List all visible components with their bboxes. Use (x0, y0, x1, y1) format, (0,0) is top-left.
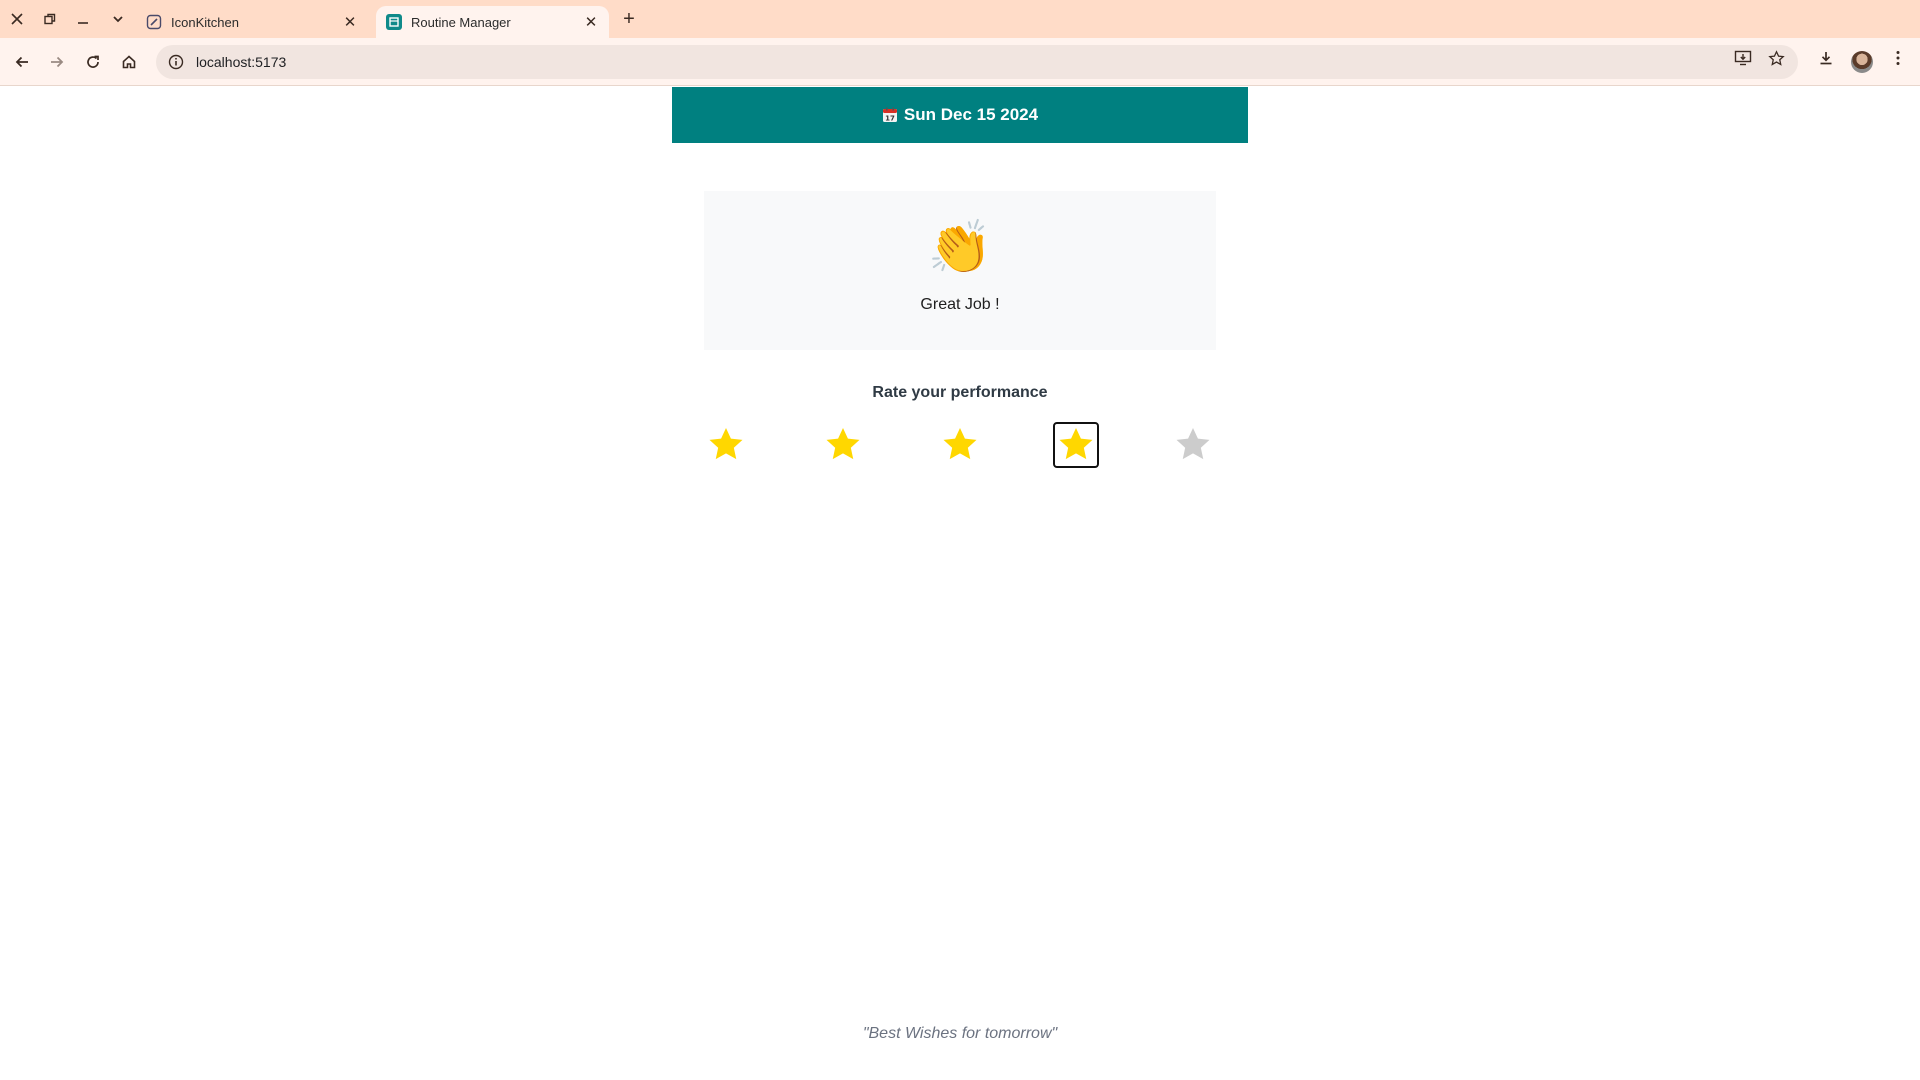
calendar-icon: 17 (882, 107, 898, 123)
browser-toolbar: localhost:5173 (0, 38, 1920, 86)
back-arrow-icon[interactable] (10, 50, 34, 74)
tab-routine-manager[interactable]: Routine Manager ✕ (376, 6, 609, 38)
downloads-icon[interactable] (1814, 46, 1838, 70)
home-icon[interactable] (117, 50, 141, 74)
star-1-icon[interactable] (703, 422, 749, 468)
new-tab-plus-icon[interactable]: + (617, 7, 641, 31)
date-text: Sun Dec 15 2024 (903, 105, 1039, 124)
star-5-icon[interactable] (1170, 422, 1216, 468)
iconkitchen-favicon-icon (146, 14, 162, 30)
tab-close-icon[interactable]: ✕ (342, 13, 358, 31)
tab-title: Routine Manager (411, 14, 511, 30)
routine-manager-favicon-icon (386, 14, 402, 30)
install-app-icon[interactable] (1731, 46, 1755, 70)
tab-close-icon[interactable]: ✕ (583, 13, 599, 31)
tab-strip: IconKitchen ✕ Routine Manager ✕ + (0, 0, 1920, 38)
star-4-icon[interactable] (1053, 422, 1099, 468)
star-2-icon[interactable] (820, 422, 866, 468)
site-info-icon[interactable] (168, 54, 184, 70)
minimize-window-icon[interactable] (71, 7, 95, 31)
bookmark-star-icon[interactable] (1764, 46, 1788, 70)
footer-quote: "Best Wishes for tomorrow" (862, 1025, 1058, 1042)
svg-text:17: 17 (885, 115, 895, 123)
address-bar[interactable]: localhost:5173 (156, 45, 1798, 79)
clapping-hands-icon: 👏 (927, 219, 993, 277)
url-text[interactable]: localhost:5173 (196, 54, 286, 70)
profile-avatar[interactable] (1851, 51, 1873, 73)
restore-window-icon[interactable] (38, 7, 62, 31)
date-header: 17 Sun Dec 15 2024 (672, 87, 1248, 143)
tab-iconkitchen[interactable]: IconKitchen ✕ (136, 6, 368, 38)
tab-search-chevron-icon[interactable] (106, 7, 130, 31)
reload-icon[interactable] (81, 50, 105, 74)
feedback-message: Great Job ! (920, 296, 1000, 313)
menu-kebab-icon[interactable] (1886, 46, 1910, 70)
tab-title: IconKitchen (171, 14, 239, 30)
rating-title: Rate your performance (872, 384, 1048, 401)
star-3-icon[interactable] (937, 422, 983, 468)
close-window-icon[interactable] (5, 7, 29, 31)
forward-arrow-icon[interactable] (45, 50, 69, 74)
